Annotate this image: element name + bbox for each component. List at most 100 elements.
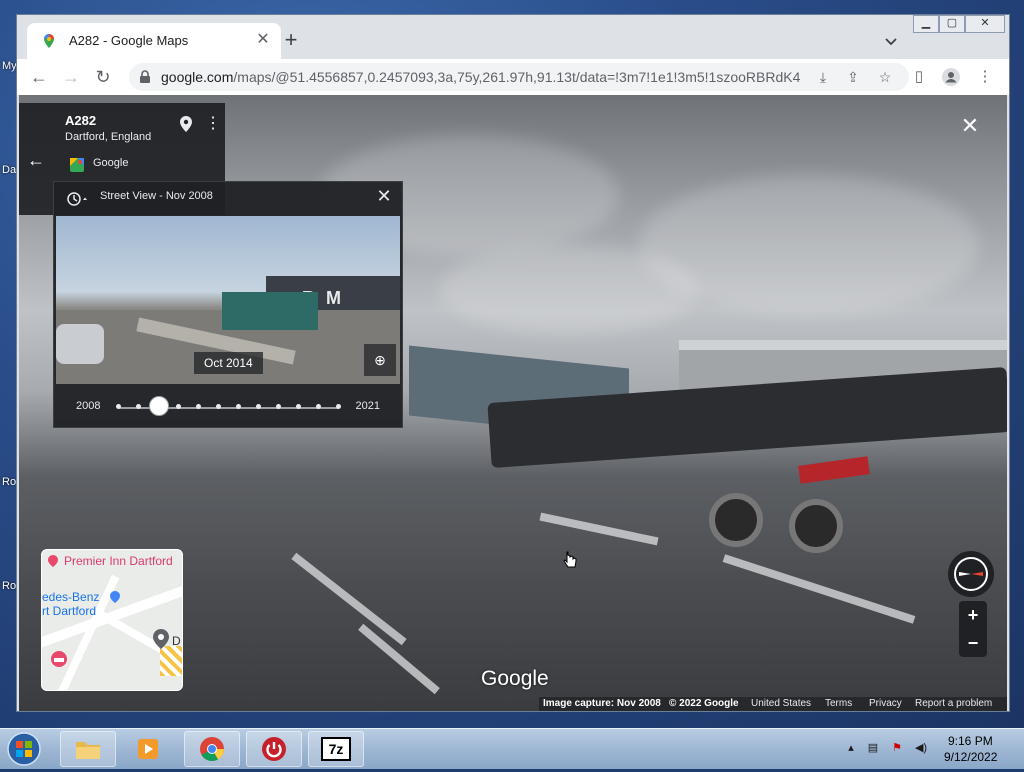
side-panel-icon[interactable]: ▯ bbox=[909, 67, 929, 87]
hotel-pin-icon[interactable] bbox=[46, 554, 60, 568]
road-marking bbox=[722, 554, 916, 624]
compass-icon[interactable] bbox=[948, 551, 994, 597]
timeline-stop[interactable] bbox=[316, 404, 321, 409]
back-arrow-icon[interactable]: ← bbox=[27, 151, 45, 169]
report-problem-link[interactable]: Report a problem bbox=[915, 698, 992, 709]
timeline-stop[interactable] bbox=[196, 404, 201, 409]
mini-map-label: Premier Inn Dartford bbox=[64, 554, 173, 568]
power-icon bbox=[261, 736, 287, 762]
install-app-icon[interactable]: ⤓ bbox=[813, 67, 833, 87]
terms-link[interactable]: Terms bbox=[825, 698, 852, 709]
history-clock-icon[interactable] bbox=[66, 191, 87, 207]
more-options-icon[interactable]: ⋮ bbox=[205, 113, 221, 133]
url-path: /maps/@51.4556857,0.2457093,3a,75y,261.9… bbox=[233, 69, 801, 85]
volume-icon[interactable]: ◀) bbox=[914, 741, 928, 755]
zoom-in-button[interactable]: + bbox=[959, 601, 987, 629]
zoom-out-button[interactable]: − bbox=[959, 629, 987, 657]
profile-avatar-icon[interactable] bbox=[941, 67, 961, 87]
google-watermark: Google bbox=[481, 667, 549, 690]
forward-arrow-icon[interactable]: → bbox=[59, 65, 83, 89]
window-minimize-button[interactable]: ▁ bbox=[913, 15, 939, 33]
close-icon[interactable]: ✕ bbox=[374, 186, 394, 206]
new-tab-icon[interactable]: + bbox=[279, 29, 303, 53]
historical-preview-image[interactable]: R M Oct 2014 ⊕ bbox=[56, 216, 400, 384]
timeline-stop[interactable] bbox=[116, 404, 121, 409]
url-text: google.com/maps/@51.4556857,0.2457093,3a… bbox=[161, 69, 801, 85]
desktop-icon-label[interactable]: Ro bbox=[2, 476, 16, 488]
address-bar[interactable]: google.com/maps/@51.4556857,0.2457093,3a… bbox=[129, 63, 909, 91]
chrome-icon bbox=[199, 736, 225, 762]
shopping-pin-icon[interactable] bbox=[108, 590, 122, 604]
clock-time[interactable]: 9:16 PM bbox=[948, 734, 993, 748]
region-link[interactable]: United States bbox=[751, 698, 811, 709]
tab-google-maps[interactable]: A282 - Google Maps ✕ bbox=[27, 23, 281, 59]
browser-toolbar: ← → ↻ google.com/maps/@51.4556857,0.2457… bbox=[17, 59, 1009, 95]
scene-red-sign bbox=[798, 456, 870, 484]
action-center-flag-icon[interactable]: ⚑ bbox=[890, 741, 904, 755]
taskbar-7zip[interactable]: 7z bbox=[308, 731, 364, 767]
start-button[interactable] bbox=[4, 731, 44, 767]
window-maximize-button[interactable]: ▢ bbox=[939, 15, 965, 33]
road-marking bbox=[291, 552, 407, 646]
zoom-magnifier-icon[interactable]: ⊕ bbox=[364, 344, 396, 376]
share-icon[interactable]: ⇪ bbox=[843, 67, 863, 87]
time-machine-panel: Street View - Nov 2008 ✕ R M Oct 2014 ⊕ … bbox=[53, 181, 403, 428]
taskbar-file-explorer[interactable] bbox=[60, 731, 116, 767]
selected-date-chip: Oct 2014 bbox=[194, 352, 263, 374]
taskbar-chrome[interactable] bbox=[184, 731, 240, 767]
location-pin-icon[interactable] bbox=[152, 628, 170, 650]
bookmark-star-icon[interactable]: ☆ bbox=[875, 67, 895, 87]
timeline-stop[interactable] bbox=[176, 404, 181, 409]
timeline-end-year: 2021 bbox=[355, 400, 380, 412]
timeline-stop[interactable] bbox=[136, 404, 141, 409]
timeline-stop[interactable] bbox=[296, 404, 301, 409]
place-title: A282 bbox=[65, 113, 97, 128]
timeline-stop[interactable] bbox=[336, 404, 341, 409]
timeline-stop[interactable] bbox=[236, 404, 241, 409]
tab-close-icon[interactable]: ✕ bbox=[253, 30, 273, 50]
7zip-icon: 7z bbox=[321, 737, 351, 761]
network-icon[interactable]: ▤ bbox=[866, 741, 880, 755]
clock-date[interactable]: 9/12/2022 bbox=[944, 750, 997, 764]
mini-map-label: edes-Benz bbox=[42, 590, 100, 604]
preview-car bbox=[56, 324, 104, 364]
mini-map-area bbox=[160, 646, 182, 676]
tab-search-chevron-icon[interactable] bbox=[881, 31, 901, 51]
browser-menu-icon[interactable]: ⋮ bbox=[975, 67, 995, 87]
scene-building-roofline bbox=[679, 340, 1007, 350]
desktop-icon-label[interactable]: Ro bbox=[2, 580, 16, 592]
show-hidden-icons-chevron[interactable]: ▴ bbox=[844, 741, 858, 755]
taskbar: 7z ▴ ▤ ⚑ ◀) 9:16 PM 9/12/2022 bbox=[0, 728, 1024, 769]
reload-icon[interactable]: ↻ bbox=[91, 65, 115, 89]
timeline-slider-thumb[interactable] bbox=[149, 396, 169, 416]
back-arrow-icon[interactable]: ← bbox=[27, 65, 51, 89]
taskbar-shutdown-app[interactable] bbox=[246, 731, 302, 767]
scene-truck-wheel bbox=[789, 499, 843, 553]
attribution-bar: Image capture: Nov 2008 © 2022 Google Un… bbox=[539, 697, 1007, 711]
time-machine-header: Street View - Nov 2008 bbox=[100, 190, 213, 202]
road-marking bbox=[539, 512, 659, 546]
privacy-link[interactable]: Privacy bbox=[869, 698, 902, 709]
bed-hotel-icon[interactable] bbox=[50, 650, 68, 668]
taskbar-media-player[interactable] bbox=[122, 731, 178, 767]
map-pin-icon[interactable] bbox=[179, 115, 193, 133]
window-close-button[interactable]: ✕ bbox=[965, 15, 1005, 33]
url-host: google.com bbox=[161, 69, 234, 85]
street-view-panorama[interactable]: ← A282 Dartford, England ⋮ Google Street… bbox=[19, 95, 1007, 711]
timeline-start-year: 2008 bbox=[76, 400, 101, 412]
mini-map[interactable]: Premier Inn Dartford edes-Benz rt Dartfo… bbox=[41, 549, 183, 691]
close-street-view-icon[interactable]: ✕ bbox=[959, 115, 981, 137]
desktop-icon-label[interactable]: My bbox=[2, 60, 17, 72]
google-maps-pin-icon bbox=[41, 33, 57, 49]
desktop-icon-label[interactable]: Da bbox=[2, 164, 16, 176]
scene-truck-wheel bbox=[709, 493, 763, 547]
copyright-text: © 2022 Google bbox=[669, 698, 739, 709]
lock-icon bbox=[139, 70, 151, 84]
preview-truck bbox=[222, 292, 318, 330]
timeline-stop[interactable] bbox=[256, 404, 261, 409]
source-label: Google bbox=[93, 157, 129, 169]
place-subtitle: Dartford, England bbox=[65, 131, 152, 143]
timeline-stop[interactable] bbox=[276, 404, 281, 409]
timeline-stop[interactable] bbox=[216, 404, 221, 409]
folder-icon bbox=[75, 738, 101, 760]
